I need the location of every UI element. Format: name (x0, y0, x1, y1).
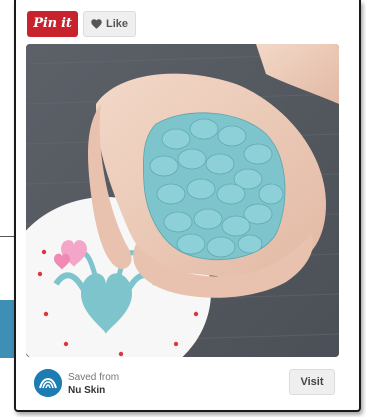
visit-button[interactable]: Visit (289, 369, 335, 395)
source-name-link[interactable]: Nu Skin (68, 385, 105, 396)
saved-from-label: Saved from (68, 372, 120, 383)
heart-icon (91, 19, 102, 29)
pin-image[interactable] (26, 44, 339, 357)
nu-skin-logo[interactable] (34, 369, 62, 397)
pin-widget-card: Pin it Like Saved from Nu Skin Visit (14, 0, 361, 412)
pin-it-button[interactable]: Pin it (27, 11, 78, 37)
page: Pin it Like Saved from Nu Skin Visit (0, 0, 366, 417)
like-label: Like (105, 18, 128, 30)
like-button[interactable]: Like (83, 11, 136, 37)
